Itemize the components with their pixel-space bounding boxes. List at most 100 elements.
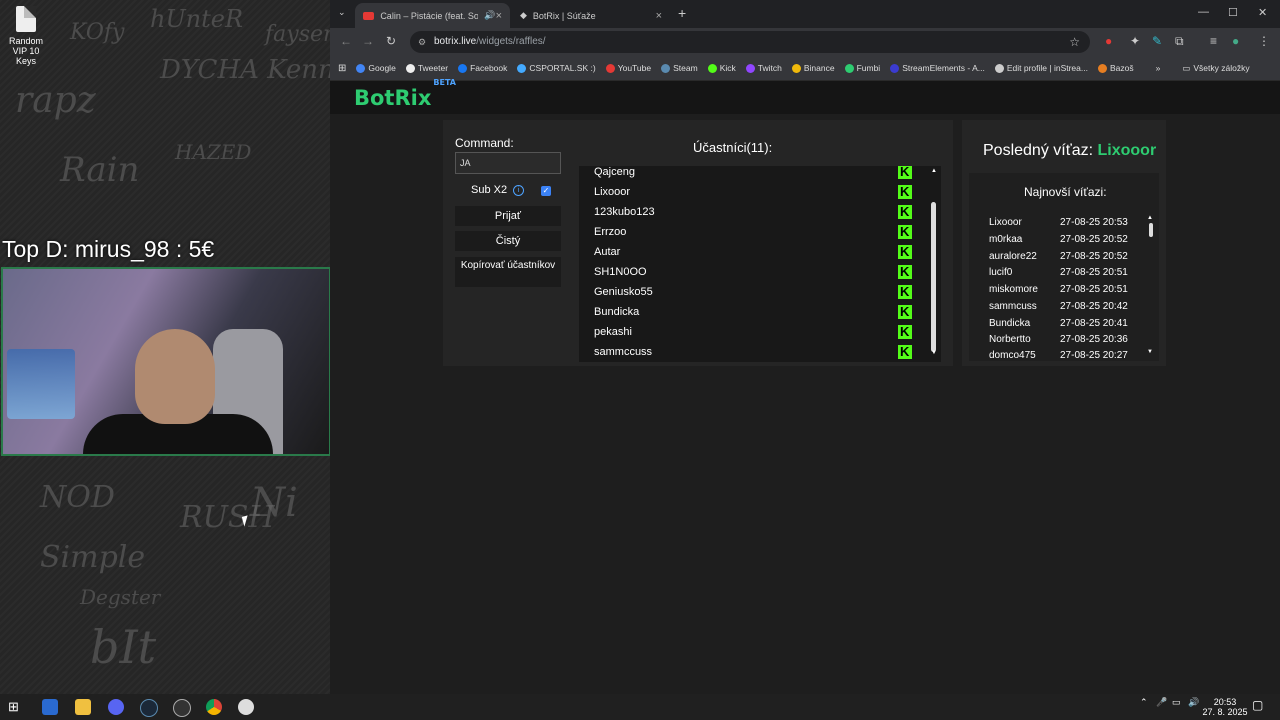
webcam-feed: [1, 267, 331, 456]
clear-button[interactable]: Čistý: [455, 231, 561, 251]
winner-row: domco475 27-08-25 20:27: [989, 350, 1128, 360]
list-item[interactable]: Geniusko55: [594, 282, 912, 302]
copy-participants-button[interactable]: Kopírovať účastníkov: [455, 257, 561, 287]
tab-label: BotRix | Súťaže: [532, 10, 596, 21]
file-explorer-icon[interactable]: [75, 699, 91, 715]
tray-chevron-icon[interactable]: ⌃: [1140, 697, 1148, 707]
bookmark-facebook[interactable]: Facebook: [458, 63, 507, 73]
obs-icon[interactable]: [173, 699, 191, 717]
clock-date: 27. 8. 2025: [1202, 707, 1248, 717]
microphone-icon[interactable]: 🎤: [1156, 697, 1167, 707]
desktop-file-icon[interactable]: Random VIP 10 Keys: [6, 6, 46, 66]
list-item[interactable]: 123kubo123: [594, 202, 912, 222]
bookmark-fumbi[interactable]: Fumbi: [844, 63, 880, 73]
scrollbar-thumb[interactable]: [1149, 223, 1153, 237]
botrix-logo[interactable]: BotRixBETA: [354, 78, 456, 110]
kick-icon: [898, 202, 912, 222]
recent-winners-box: Najnovší víťazi: Lixooor 27-08-25 20:53 m…: [969, 173, 1159, 361]
extension-icon[interactable]: ●: [1105, 34, 1112, 48]
browser-window: ⌄ Calin – Pistácie (feat. Sofian 🔊 × ◆ B…: [330, 0, 1280, 694]
clock[interactable]: 20:53 27. 8. 2025: [1200, 697, 1250, 717]
close-tab-icon[interactable]: ×: [656, 10, 662, 22]
scroll-down-icon[interactable]: ▼: [931, 350, 937, 356]
bookmark-binance[interactable]: Binance: [791, 63, 835, 73]
url-field[interactable]: ⚙ botrix.live/widgets/raffles/ ☆: [410, 31, 1090, 53]
minimize-icon[interactable]: —: [1198, 6, 1209, 18]
forward-icon[interactable]: →: [362, 34, 374, 48]
bookmark-csportal[interactable]: CSPORTAL.SK :): [517, 63, 596, 73]
steam-icon[interactable]: [140, 699, 158, 717]
back-icon[interactable]: ←: [340, 34, 352, 48]
participants-list[interactable]: Qajceng Lixooor 123kubo123 Errzoo Autar …: [579, 166, 941, 362]
extension-icon[interactable]: ✦: [1130, 34, 1140, 48]
volume-icon[interactable]: 🔊: [1188, 697, 1199, 707]
speaker-icon[interactable]: 🔊: [484, 10, 495, 21]
info-icon[interactable]: i: [513, 184, 525, 196]
media-icon[interactable]: ≡: [1210, 34, 1217, 48]
list-item[interactable]: Bundicka: [594, 302, 912, 322]
close-tab-icon[interactable]: ×: [496, 10, 502, 22]
menu-kebab-icon[interactable]: ⋮: [1258, 34, 1270, 48]
reload-icon[interactable]: ↻: [386, 34, 396, 48]
kick-icon: [898, 342, 912, 362]
scroll-down-icon[interactable]: ▼: [1147, 349, 1153, 355]
winner-row: sammcuss 27-08-25 20:42: [989, 301, 1128, 312]
maximize-icon[interactable]: ☐: [1228, 6, 1238, 19]
explorer-icon[interactable]: [42, 699, 58, 715]
notifications-icon[interactable]: ▢: [1252, 699, 1263, 711]
clock-time: 20:53: [1213, 697, 1237, 707]
apps-grid-icon[interactable]: ⊞: [338, 63, 346, 74]
sub-x2-option: Sub X2 i: [471, 184, 525, 196]
list-item[interactable]: Errzoo: [594, 222, 912, 242]
accept-button[interactable]: Prijať: [455, 206, 561, 226]
bookmark-instreamly[interactable]: Edit profile | inStrea...: [994, 63, 1088, 73]
network-icon[interactable]: ▭: [1172, 697, 1181, 707]
bookmark-tweeter[interactable]: Tweeter: [405, 63, 448, 73]
windows-start-icon[interactable]: ⊞: [8, 699, 24, 715]
list-item[interactable]: SH1N0OO: [594, 262, 912, 282]
kick-icon: [898, 302, 912, 322]
site-info-icon[interactable]: ⚙: [418, 31, 426, 53]
more-bookmarks-icon[interactable]: »: [1156, 63, 1161, 73]
winner-row: Bundicka 27-08-25 20:41: [989, 318, 1128, 329]
bookmark-google[interactable]: Google: [356, 63, 396, 73]
desktop-file-label: Random VIP 10 Keys: [8, 36, 44, 66]
bookmark-steam[interactable]: Steam: [661, 63, 698, 73]
list-item[interactable]: sammccuss: [594, 342, 912, 362]
chrome-icon[interactable]: [206, 699, 222, 715]
beta-badge: BETA: [433, 78, 456, 87]
bookmark-kick[interactable]: Kick: [707, 63, 736, 73]
address-bar-row: ← → ↻ ⚙ botrix.live/widgets/raffles/ ☆ ●…: [330, 28, 1280, 56]
sub-x2-checkbox[interactable]: ✓: [541, 186, 551, 196]
discord-icon[interactable]: [108, 699, 124, 715]
command-input[interactable]: JA: [455, 152, 561, 174]
url-domain: botrix.live: [434, 36, 477, 47]
close-window-icon[interactable]: ✕: [1258, 6, 1267, 19]
bookmark-twitch[interactable]: Twitch: [745, 63, 782, 73]
scroll-up-icon[interactable]: ▲: [1147, 215, 1153, 221]
list-item[interactable]: Lixooor: [594, 182, 912, 202]
folder-icon: ▭: [1182, 62, 1191, 73]
profile-avatar-icon[interactable]: ●: [1232, 34, 1239, 48]
document-icon: [16, 6, 36, 32]
bookmark-bazos[interactable]: Bazoš: [1097, 63, 1134, 73]
tab-youtube[interactable]: Calin – Pistácie (feat. Sofian 🔊 ×: [355, 3, 510, 28]
all-bookmarks-folder[interactable]: ▭ Všetky záložky: [1182, 63, 1249, 74]
list-item[interactable]: Qajceng: [594, 166, 912, 182]
new-tab-icon[interactable]: +: [678, 5, 686, 21]
app-icon[interactable]: [238, 699, 254, 715]
bookmark-streamelements[interactable]: StreamElements - A...: [890, 63, 985, 73]
list-item[interactable]: pekashi: [594, 322, 912, 342]
extensions-puzzle-icon[interactable]: ⧉: [1175, 34, 1184, 49]
bookmark-star-icon[interactable]: ☆: [1069, 31, 1080, 53]
scroll-up-icon[interactable]: ▲: [931, 168, 937, 174]
taskbar: ⊞ ⌃ 🎤 ▭ 🔊 20:53 27. 8. 2025 ▢: [0, 694, 1280, 720]
tab-search-icon[interactable]: ⌄: [338, 7, 346, 18]
list-item[interactable]: Autar: [594, 242, 912, 262]
scrollbar-thumb[interactable]: [931, 202, 936, 352]
winner-row: miskomore 27-08-25 20:51: [989, 284, 1128, 295]
bookmark-youtube[interactable]: YouTube: [605, 63, 651, 73]
tab-botrix[interactable]: ◆ BotRix | Súťaže ×: [512, 3, 670, 28]
extension-icon[interactable]: ✎: [1152, 34, 1162, 48]
bookmarks-bar: ⊞ Google Tweeter Facebook CSPORTAL.SK :)…: [330, 56, 1280, 81]
